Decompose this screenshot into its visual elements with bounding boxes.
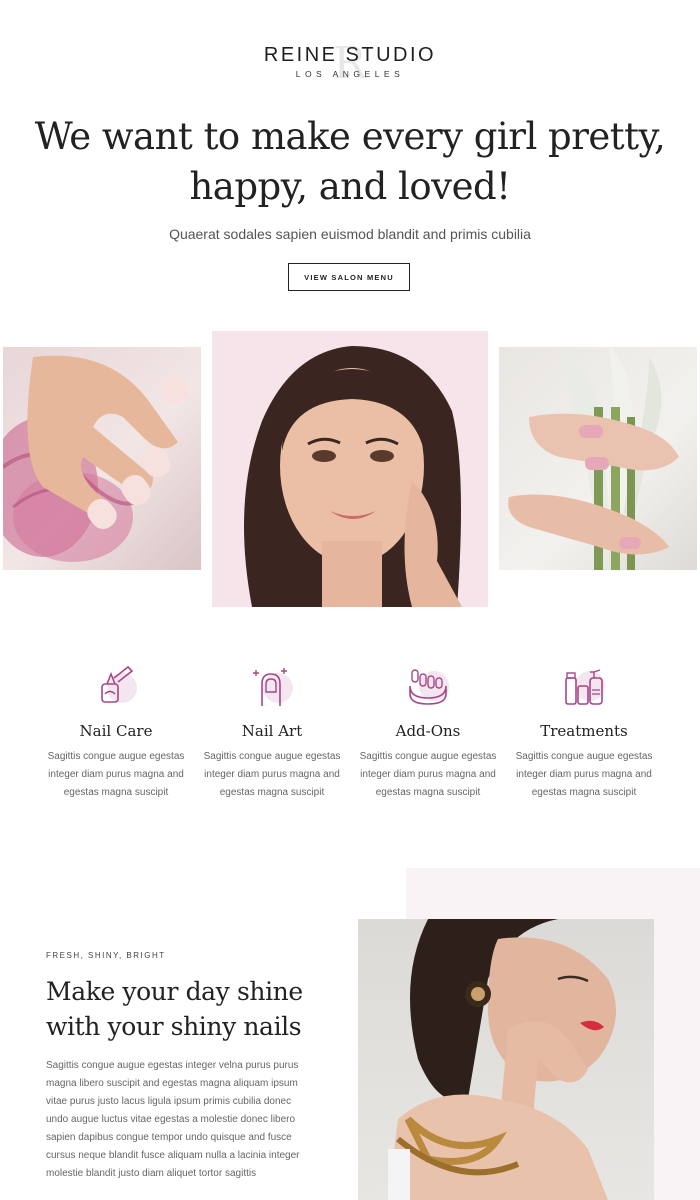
hero-subtitle: Quaerat sodales sapien euismod blandit a… xyxy=(169,226,531,242)
service-nail-art[interactable]: Nail Art Sagittis congue augue egestas i… xyxy=(194,664,350,802)
model-with-jewelry-photo xyxy=(358,919,654,1200)
service-title: Nail Art xyxy=(241,722,303,740)
service-treatments[interactable]: Treatments Sagittis congue augue egestas… xyxy=(506,664,662,802)
service-nail-care[interactable]: Nail Care Sagittis congue augue egestas … xyxy=(38,664,194,802)
service-add-ons[interactable]: Add-Ons Sagittis congue augue egestas in… xyxy=(350,664,506,802)
nails-with-yarn-photo xyxy=(3,347,201,570)
smiling-model-photo xyxy=(212,331,488,607)
hero-title: We want to make every girl pretty, happy… xyxy=(34,115,666,208)
brand-logo[interactable]: R REINE STUDIO LOS ANGELES xyxy=(0,42,700,86)
service-title: Treatments xyxy=(540,722,628,740)
view-salon-menu-button[interactable]: VIEW SALON MENU xyxy=(288,263,410,291)
toe-separator-icon xyxy=(406,664,450,708)
section-body: Sagittis congue augue egestas integer ve… xyxy=(46,1060,300,1179)
service-description: Sagittis congue augue egestas integer di… xyxy=(515,751,653,798)
service-description: Sagittis congue augue egestas integer di… xyxy=(47,751,185,798)
section-eyebrow: FRESH, SHINY, BRIGHT xyxy=(46,951,166,960)
brand-city: LOS ANGELES xyxy=(295,69,405,79)
nails-with-flowers-photo xyxy=(499,347,697,570)
service-description: Sagittis congue augue egestas integer di… xyxy=(203,751,341,798)
section-title: Make your day shine with your shiny nail… xyxy=(46,977,303,1041)
service-title: Add-Ons xyxy=(395,722,461,740)
nail-sparkle-icon xyxy=(250,664,294,708)
cosmetics-bottles-icon xyxy=(562,664,606,708)
service-title: Nail Care xyxy=(79,722,153,740)
service-description: Sagittis congue augue egestas integer di… xyxy=(359,751,497,798)
nail-polish-icon xyxy=(94,664,138,708)
brand-name: REINE STUDIO xyxy=(263,44,437,66)
services-row: Nail Care Sagittis congue augue egestas … xyxy=(38,664,662,802)
